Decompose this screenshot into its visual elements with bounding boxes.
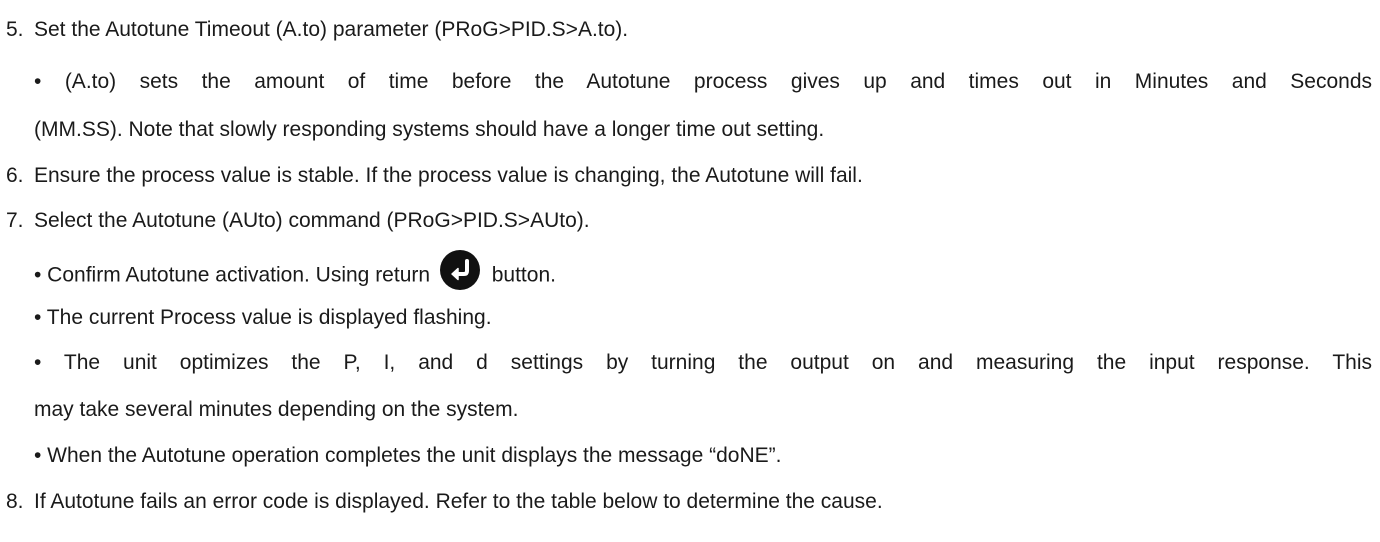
step-number: 5. — [6, 18, 24, 41]
step-number: 6. — [6, 164, 24, 187]
step-text: If Autotune fails an error code is displ… — [34, 490, 883, 513]
bullet-line: • The current Process value is displayed… — [34, 306, 492, 329]
step-number: 8. — [6, 490, 24, 513]
bullet-text: • Confirm Autotune activation. Using ret… — [34, 263, 431, 287]
step-6: 6. Ensure the process value is stable. If… — [6, 160, 863, 192]
step-7: 7. Select the Autotune (AUto) command (PR… — [6, 205, 590, 237]
step-8: 8. If Autotune fails an error code is dis… — [6, 486, 883, 518]
return-icon — [439, 250, 480, 290]
step-5: 5. Set the Autotune Timeout (A.to) parame… — [6, 14, 628, 46]
step-text: Select the Autotune (AUto) command (PRoG… — [34, 209, 590, 232]
bullet-line-with-icon: • Confirm Autotune activation. Using ret… — [34, 250, 556, 296]
document-page: { "steps": [ { "number": "5.", "text": "… — [0, 0, 1380, 542]
step-text: Ensure the process value is stable. If t… — [34, 164, 863, 187]
bullet-line: (MM.SS). Note that slowly responding sys… — [34, 118, 825, 141]
bullet-line: • (A.to) sets the amount of time before … — [34, 70, 1372, 93]
bullet-line: • When the Autotune operation completes … — [34, 444, 782, 467]
bullet-line: may take several minutes depending on th… — [34, 398, 519, 421]
step-number: 7. — [6, 209, 24, 232]
bullet-text: button. — [491, 263, 556, 287]
step-text: Set the Autotune Timeout (A.to) paramete… — [34, 18, 629, 41]
bullet-line: • The unit optimizes the P, I, and d set… — [34, 351, 1372, 374]
